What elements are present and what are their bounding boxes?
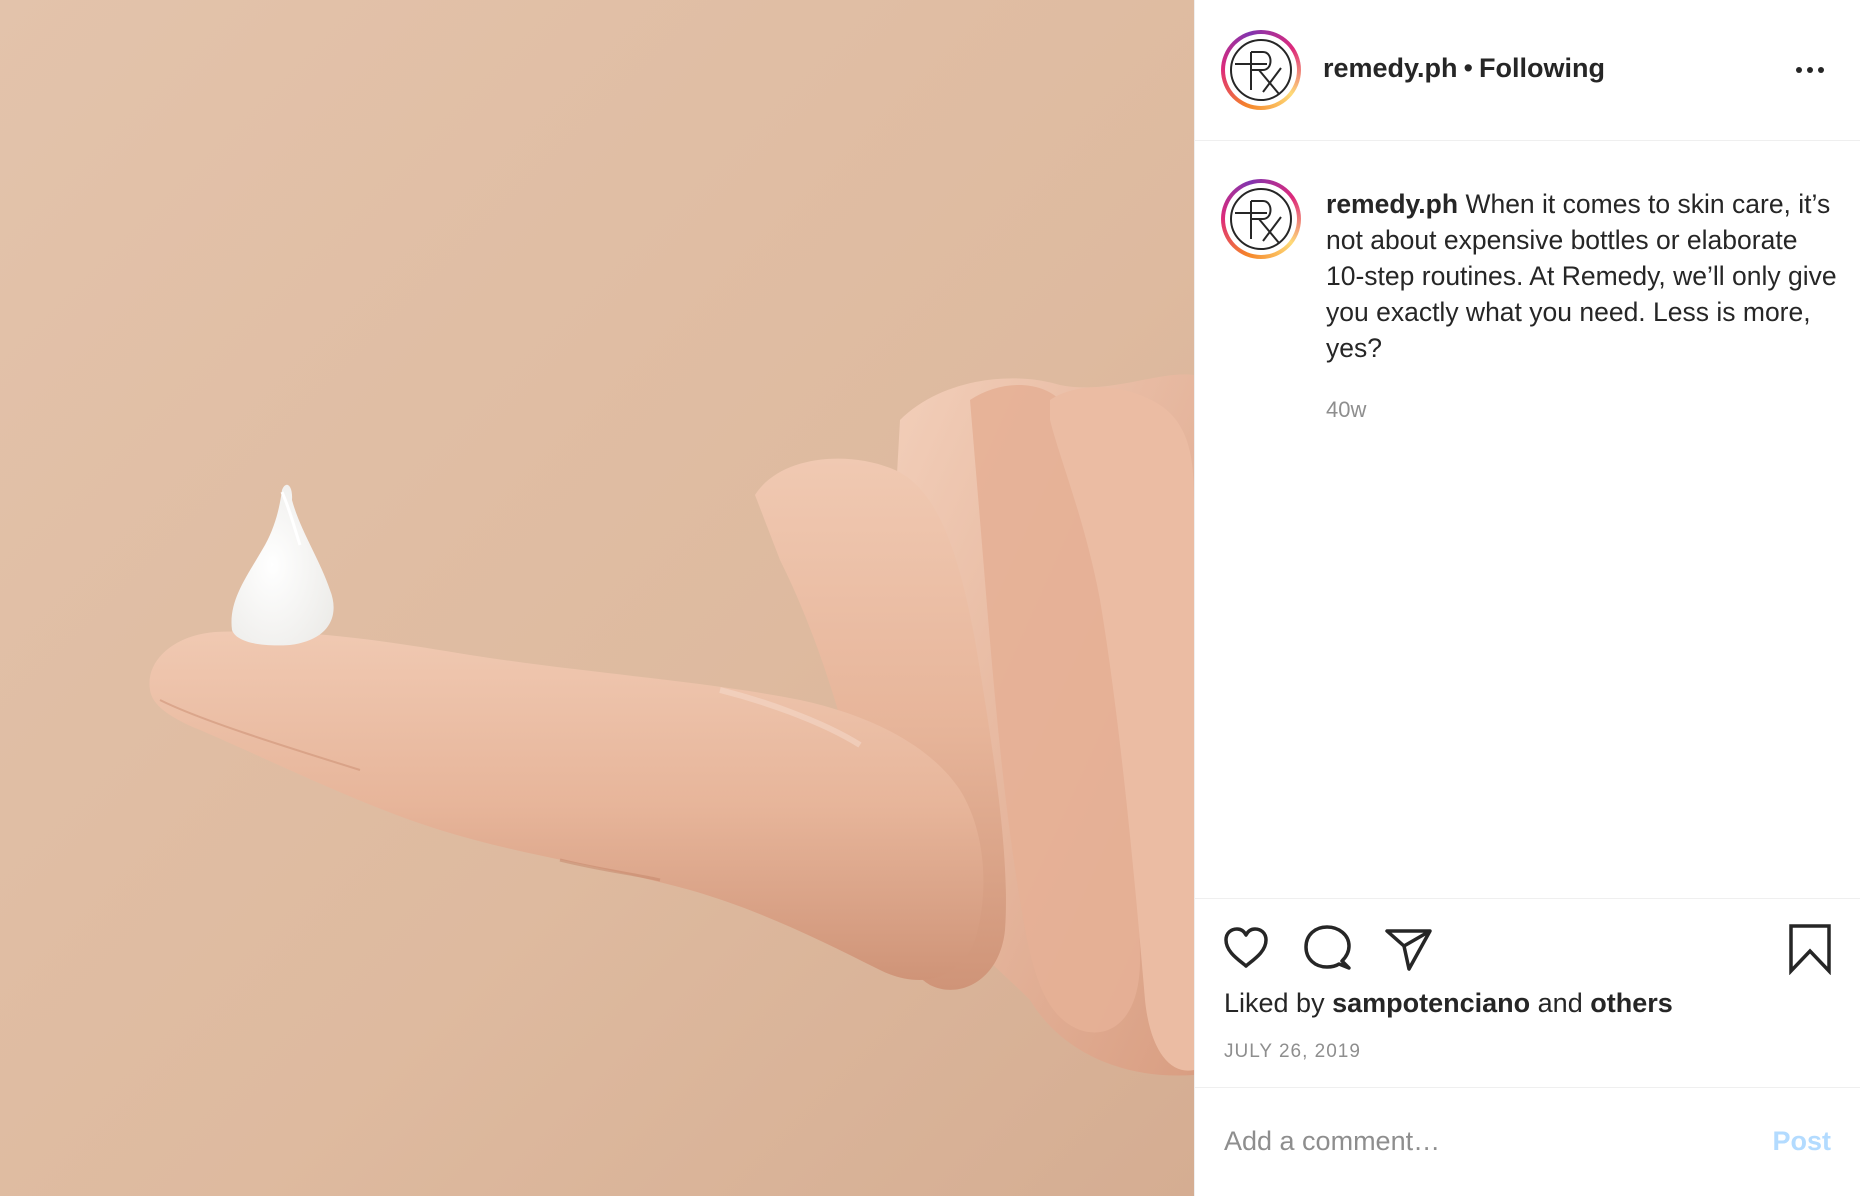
likes-summary: Liked by sampotenciano and others <box>1224 988 1673 1019</box>
caption-avatar[interactable] <box>1221 179 1301 259</box>
post-comment-button[interactable]: Post <box>1772 1126 1831 1157</box>
bookmark-icon[interactable] <box>1783 921 1837 975</box>
post-photo[interactable] <box>0 0 1194 1196</box>
likes-conjunction: and <box>1537 988 1583 1018</box>
post-side-panel: remedy.ph • Following remedy.ph When it co… <box>1194 0 1860 1196</box>
comment-input[interactable] <box>1224 1116 1744 1166</box>
avatar[interactable] <box>1221 30 1301 110</box>
post-date[interactable]: JULY 26, 2019 <box>1224 1041 1361 1063</box>
post-header: remedy.ph • Following <box>1195 0 1860 141</box>
caption-text: remedy.ph When it comes to skin care, it… <box>1326 186 1838 366</box>
actions-section: Liked by sampotenciano and others JULY 2… <box>1195 898 1860 1088</box>
caption-section: remedy.ph When it comes to skin care, it… <box>1195 141 1860 901</box>
hand-with-cream-photo <box>0 0 1194 1196</box>
heart-icon[interactable] <box>1219 921 1273 975</box>
caption-username[interactable]: remedy.ph <box>1326 189 1458 219</box>
likes-others-link[interactable]: others <box>1590 988 1673 1018</box>
comment-section: Post <box>1195 1087 1860 1196</box>
header-text: remedy.ph • Following <box>1323 53 1605 84</box>
rx-logo-icon <box>1230 39 1292 101</box>
paper-plane-icon[interactable] <box>1381 921 1435 975</box>
separator-dot: • <box>1463 53 1473 83</box>
account-username[interactable]: remedy.ph <box>1323 53 1458 83</box>
comment-bubble-icon[interactable] <box>1300 921 1354 975</box>
post-age[interactable]: 40w <box>1326 397 1366 423</box>
liked-by-user-link[interactable]: sampotenciano <box>1332 988 1530 1018</box>
following-button[interactable]: Following <box>1479 53 1605 83</box>
instagram-post: remedy.ph • Following remedy.ph When it co… <box>0 0 1860 1196</box>
likes-prefix: Liked by <box>1224 988 1325 1018</box>
more-options-icon[interactable] <box>1790 55 1830 85</box>
rx-logo-icon <box>1230 188 1292 250</box>
